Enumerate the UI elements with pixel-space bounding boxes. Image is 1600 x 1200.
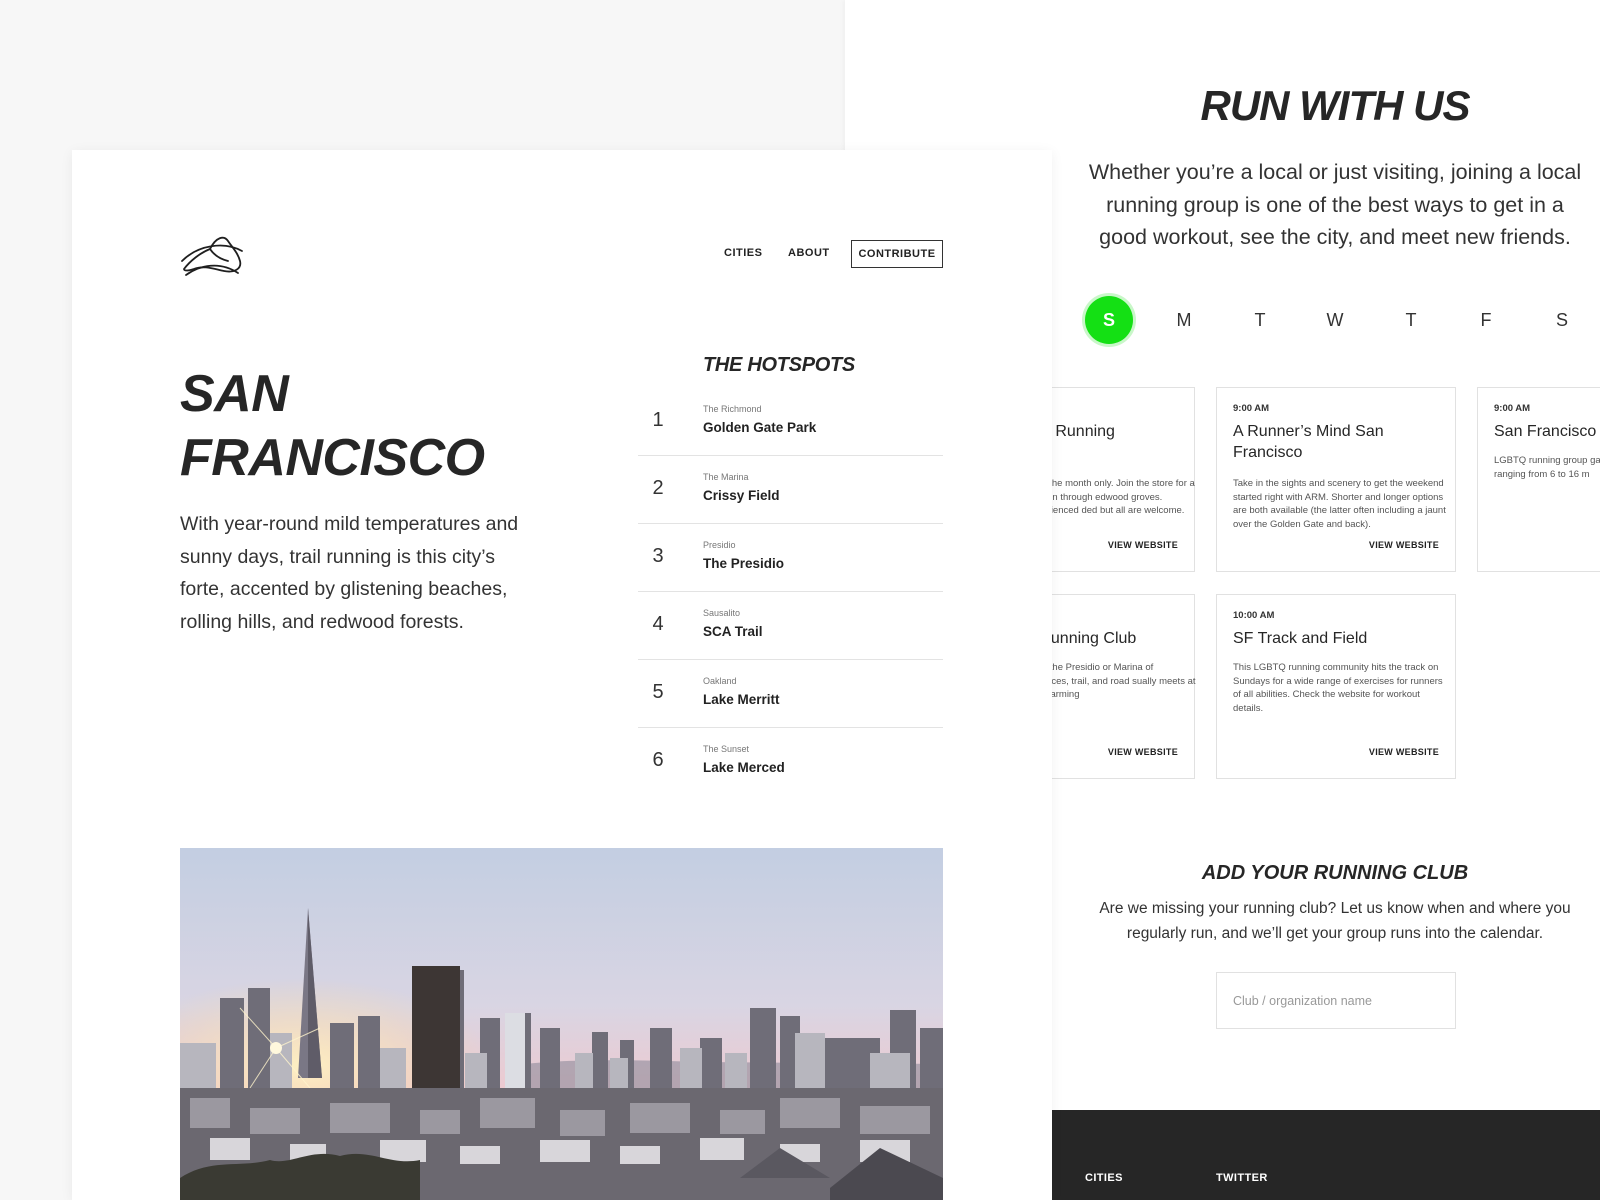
add-club-title: ADD YOUR RUNNING CLUB xyxy=(1201,862,1469,884)
hotspot-item[interactable]: 1 The Richmond Golden Gate Park xyxy=(638,388,943,456)
card-title: SF Track and Field xyxy=(1233,630,1368,647)
hotspot-number: 6 xyxy=(652,749,664,771)
nav-about-link[interactable]: ABOUT xyxy=(788,247,830,259)
hotspots-list: 1 The Richmond Golden Gate Park 2 The Ma… xyxy=(638,388,943,796)
view-website-link[interactable]: VIEW WEBSITE xyxy=(1108,540,1178,550)
city-title-line2: FRANCISCO xyxy=(180,429,485,487)
run-club-card: 9:00 AM A Runner’s Mind San Francisco Ta… xyxy=(1216,387,1456,572)
card-description: LGBTQ running group gath runs ranging fr… xyxy=(1494,455,1600,480)
hotspot-area: Presidio xyxy=(703,540,736,550)
contribute-button[interactable]: CONTRIBUTE xyxy=(851,240,943,268)
footer: CITIES TWITTER xyxy=(1052,1110,1600,1200)
hotspots-title: THE HOTSPOTS xyxy=(703,354,855,376)
hotspot-area: The Marina xyxy=(703,472,749,482)
club-name-input[interactable] xyxy=(1216,972,1456,1029)
hotspot-name: Lake Merced xyxy=(703,760,785,775)
card-title: e Running Club xyxy=(1026,630,1137,647)
view-website-link[interactable]: VIEW WEBSITE xyxy=(1369,540,1439,550)
hotspot-name: The Presidio xyxy=(703,556,785,571)
card-description: This LGBTQ running community hits the tr… xyxy=(1233,662,1443,714)
shoe-logo-icon[interactable] xyxy=(180,231,244,277)
nav-cities-link[interactable]: CITIES xyxy=(724,247,762,259)
run-with-us-title: RUN WITH US xyxy=(1200,82,1471,129)
run-club-card: 9:00 AM San Francisco F LGBTQ running gr… xyxy=(1477,387,1600,572)
card-time: 9:00 AM xyxy=(1233,403,1270,414)
hotspot-item[interactable]: 5 Oakland Lake Merritt xyxy=(638,660,943,728)
hotspot-name: Lake Merritt xyxy=(703,692,780,707)
city-title-line1: SAN xyxy=(180,365,289,423)
day-thursday[interactable]: T xyxy=(1387,296,1435,344)
card-time: 9:00 AM xyxy=(1494,403,1531,414)
hotspot-name: SCA Trail xyxy=(703,624,763,639)
hotspot-area: Oakland xyxy=(703,676,737,686)
hotspot-area: Sausalito xyxy=(703,608,741,618)
city-page-card: CITIES ABOUT CONTRIBUTE SAN FRANCISCO Wi… xyxy=(72,150,1052,1200)
city-description: With year-round mild temperatures and su… xyxy=(180,513,519,633)
city-skyline-image xyxy=(180,848,943,1200)
card-title: sco Running xyxy=(1026,423,1115,440)
add-club-description: Are we missing your running club? Let us… xyxy=(1099,900,1571,942)
hotspot-number: 3 xyxy=(652,545,664,567)
card-description: Take in the sights and scenery to get th… xyxy=(1233,478,1446,530)
hotspot-number: 1 xyxy=(652,409,664,431)
day-saturday[interactable]: S xyxy=(1538,296,1586,344)
hotspot-item[interactable]: 2 The Marina Crissy Field xyxy=(638,456,943,524)
hotspot-number: 4 xyxy=(652,613,664,635)
hotspot-item[interactable]: 6 The Sunset Lake Merced xyxy=(638,728,943,796)
city-title: SAN FRANCISCO xyxy=(180,362,540,490)
hotspot-area: The Richmond xyxy=(703,404,762,414)
day-tuesday[interactable]: T xyxy=(1236,296,1284,344)
hotspot-number: 5 xyxy=(652,681,664,703)
footer-cities-link[interactable]: CITIES xyxy=(1085,1172,1123,1184)
card-title: San Francisco F xyxy=(1494,423,1600,440)
view-website-link[interactable]: VIEW WEBSITE xyxy=(1108,747,1178,757)
day-sunday[interactable]: S xyxy=(1085,296,1133,344)
day-friday[interactable]: F xyxy=(1462,296,1510,344)
day-wednesday[interactable]: W xyxy=(1311,296,1359,344)
hotspot-number: 2 xyxy=(652,477,664,499)
hotspot-name: Crissy Field xyxy=(703,488,780,503)
run-with-us-intro: Whether you’re a local or just visiting,… xyxy=(1088,160,1582,249)
footer-twitter-link[interactable]: TWITTER xyxy=(1216,1172,1268,1184)
card-title: A Runner’s Mind San Francisco xyxy=(1233,423,1384,461)
card-time: 10:00 AM xyxy=(1233,610,1275,621)
day-monday[interactable]: M xyxy=(1160,296,1208,344)
hotspot-item[interactable]: 3 Presidio The Presidio xyxy=(638,524,943,592)
run-club-card: 10:00 AM SF Track and Field This LGBTQ r… xyxy=(1216,594,1456,779)
view-website-link[interactable]: VIEW WEBSITE xyxy=(1369,747,1439,757)
hotspot-item[interactable]: 4 Sausalito SCA Trail xyxy=(638,592,943,660)
hotspot-name: Golden Gate Park xyxy=(703,420,817,435)
hotspot-area: The Sunset xyxy=(703,744,750,754)
day-selector: S M T W T F S xyxy=(1085,296,1600,344)
